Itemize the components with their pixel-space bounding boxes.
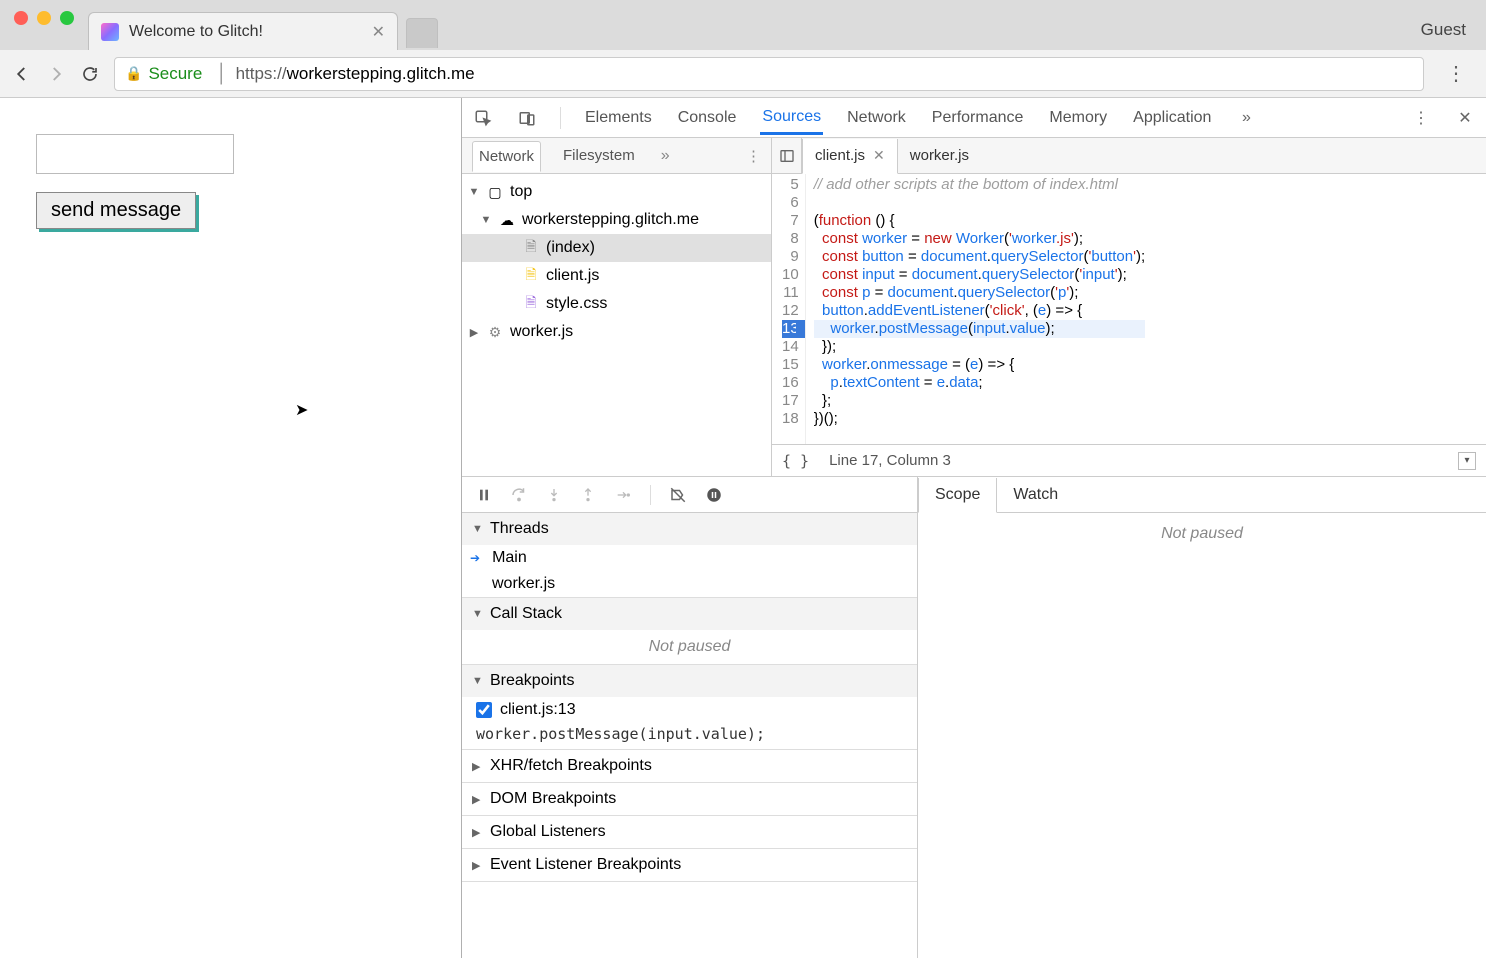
- pretty-print-icon[interactable]: { }: [782, 452, 809, 470]
- breakpoint-code: worker.postMessage(input.value);: [462, 723, 917, 749]
- coverage-dropdown-icon[interactable]: ▾: [1458, 452, 1476, 470]
- address-bar[interactable]: 🔒 Secure │ https://workerstepping.glitch…: [114, 57, 1424, 91]
- inspect-icon[interactable]: [472, 109, 494, 127]
- tab-performance[interactable]: Performance: [930, 101, 1026, 135]
- more-tabs-icon[interactable]: »: [1235, 109, 1257, 127]
- secure-label: Secure: [148, 64, 202, 84]
- scope-tab[interactable]: Scope: [918, 478, 997, 513]
- browser-toolbar: 🔒 Secure │ https://workerstepping.glitch…: [0, 50, 1486, 98]
- message-input[interactable]: [36, 134, 234, 174]
- forward-button[interactable]: [46, 64, 66, 84]
- dom-breakpoints-header[interactable]: ▶DOM Breakpoints: [462, 783, 917, 815]
- tab-title: Welcome to Glitch!: [129, 23, 372, 41]
- new-tab-button[interactable]: [406, 18, 438, 48]
- tree-file-stylecss[interactable]: 🗎style.css: [462, 290, 771, 318]
- device-toggle-icon[interactable]: [516, 109, 538, 127]
- tree-worker[interactable]: ▶⚙worker.js: [462, 318, 771, 346]
- devtools-close-icon[interactable]: ✕: [1454, 108, 1476, 128]
- close-icon[interactable]: ✕: [873, 147, 885, 164]
- debugger-pane: ▼Threads Main worker.js ▼Call Stack Not …: [462, 476, 1486, 958]
- tab-memory[interactable]: Memory: [1047, 101, 1109, 135]
- pause-on-exceptions-icon[interactable]: [705, 486, 723, 504]
- code-body[interactable]: // add other scripts at the bottom of in…: [806, 174, 1153, 444]
- profile-label[interactable]: Guest: [1401, 10, 1486, 50]
- sources-navigator: Network Filesystem » ⋮ ▼▢top ▼☁workerste…: [462, 138, 772, 476]
- file-tab-clientjs[interactable]: client.js✕: [802, 139, 898, 174]
- deactivate-breakpoints-icon[interactable]: [669, 486, 687, 504]
- toggle-navigator-icon[interactable]: [772, 138, 802, 173]
- tab-network[interactable]: Network: [845, 101, 908, 135]
- tab-application[interactable]: Application: [1131, 101, 1213, 135]
- tree-file-index[interactable]: 🗎(index): [462, 234, 771, 262]
- global-listeners-header[interactable]: ▶Global Listeners: [462, 816, 917, 848]
- scope-status: Not paused: [918, 513, 1486, 958]
- breakpoint-item[interactable]: client.js:13: [462, 697, 917, 723]
- tab-console[interactable]: Console: [676, 101, 739, 135]
- line-gutter[interactable]: 56789101112131415161718: [772, 174, 806, 444]
- favicon-icon: [101, 23, 119, 41]
- url-host: workerstepping.glitch.me: [287, 64, 475, 84]
- navigator-tab-network[interactable]: Network: [472, 141, 541, 172]
- devtools-tabbar: Elements Console Sources Network Perform…: [462, 98, 1486, 138]
- send-message-button[interactable]: send message: [36, 192, 196, 229]
- step-into-icon[interactable]: [546, 487, 562, 503]
- debugger-toolbar: [462, 477, 917, 513]
- tree-file-clientjs[interactable]: 🗎client.js: [462, 262, 771, 290]
- xhr-breakpoints-header[interactable]: ▶XHR/fetch Breakpoints: [462, 750, 917, 782]
- thread-worker[interactable]: worker.js: [462, 571, 917, 597]
- event-listener-breakpoints-header[interactable]: ▶Event Listener Breakpoints: [462, 849, 917, 881]
- step-over-icon[interactable]: [510, 486, 528, 504]
- back-button[interactable]: [12, 64, 32, 84]
- source-editor: client.js✕ worker.js 5678910111213141516…: [772, 138, 1486, 476]
- navigator-tab-filesystem[interactable]: Filesystem: [557, 141, 641, 170]
- navigator-more-icon[interactable]: »: [661, 147, 670, 165]
- reload-button[interactable]: [80, 64, 100, 84]
- navigator-menu-icon[interactable]: ⋮: [746, 147, 761, 165]
- url-protocol: https://: [236, 64, 287, 84]
- watch-tab[interactable]: Watch: [997, 477, 1074, 512]
- lock-icon: 🔒: [125, 65, 142, 82]
- traffic-lights: [0, 11, 88, 39]
- tab-close-button[interactable]: ✕: [372, 22, 385, 42]
- thread-main[interactable]: Main: [462, 545, 917, 571]
- devtools-menu-icon[interactable]: ⋮: [1410, 108, 1432, 128]
- editor-statusbar: { } Line 17, Column 3 ▾: [772, 444, 1486, 476]
- tree-domain[interactable]: ▼☁workerstepping.glitch.me: [462, 206, 771, 234]
- callstack-status: Not paused: [462, 630, 917, 664]
- breakpoint-checkbox[interactable]: [476, 702, 492, 718]
- file-tab-workerjs[interactable]: worker.js: [898, 138, 981, 173]
- step-out-icon[interactable]: [580, 487, 596, 503]
- devtools-panel: Elements Console Sources Network Perform…: [462, 98, 1486, 958]
- callstack-header[interactable]: ▼Call Stack: [462, 598, 917, 630]
- browser-tab[interactable]: Welcome to Glitch! ✕: [88, 12, 398, 50]
- cursor-icon: ➤: [295, 400, 308, 420]
- window-close-button[interactable]: [14, 11, 28, 25]
- page-viewport: send message ➤: [0, 98, 462, 958]
- tab-elements[interactable]: Elements: [583, 101, 654, 135]
- file-tree: ▼▢top ▼☁workerstepping.glitch.me 🗎(index…: [462, 174, 771, 476]
- window-minimize-button[interactable]: [37, 11, 51, 25]
- threads-header[interactable]: ▼Threads: [462, 513, 917, 545]
- window-zoom-button[interactable]: [60, 11, 74, 25]
- cursor-position: Line 17, Column 3: [829, 452, 951, 469]
- chrome-menu-button[interactable]: ⋮: [1438, 61, 1474, 86]
- step-icon[interactable]: [614, 487, 632, 503]
- pause-icon[interactable]: [476, 487, 492, 503]
- tab-sources[interactable]: Sources: [760, 100, 823, 135]
- tree-top[interactable]: ▼▢top: [462, 178, 771, 206]
- breakpoints-header[interactable]: ▼Breakpoints: [462, 665, 917, 697]
- browser-titlebar: Welcome to Glitch! ✕ Guest: [0, 0, 1486, 50]
